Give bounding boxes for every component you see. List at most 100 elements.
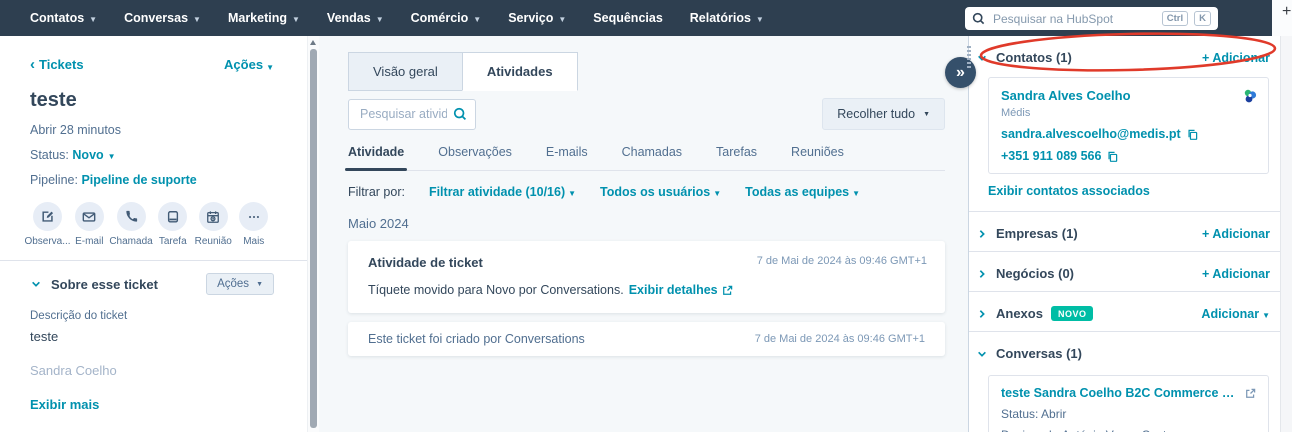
- subtab-reunioes[interactable]: Reuniões: [791, 145, 844, 159]
- call-button[interactable]: Chamada: [109, 202, 153, 247]
- panel-drag-handle-icon[interactable]: [967, 46, 971, 69]
- scroll-up-arrow-icon[interactable]: [310, 40, 316, 45]
- ticket-title: teste: [30, 89, 77, 111]
- attachments-section-title: Anexos: [996, 306, 1043, 321]
- shortcut-k-key: K: [1194, 10, 1211, 27]
- activity-search-input[interactable]: [358, 106, 449, 122]
- nav-item-relatorios[interactable]: Relatórios ▼: [690, 11, 764, 25]
- nav-item-servico[interactable]: Serviço ▼: [508, 11, 566, 25]
- contacts-section-header[interactable]: Contatos (1) + Adicionar: [969, 36, 1280, 75]
- expand-section-icon[interactable]: [976, 268, 988, 280]
- add-company-button[interactable]: + Adicionar: [1202, 227, 1270, 241]
- chevron-down-icon: ▼: [568, 189, 577, 198]
- conversation-status: Status: Abrir: [1001, 407, 1067, 421]
- shortcut-ctrl-key: Ctrl: [1161, 10, 1189, 27]
- email-button[interactable]: E-mail: [69, 202, 110, 247]
- nav-item-sequencias[interactable]: Sequências: [593, 11, 662, 25]
- show-more-link[interactable]: Exibir mais: [30, 397, 274, 412]
- show-details-link[interactable]: Exibir detalhes: [629, 283, 733, 297]
- subtab-tarefas[interactable]: Tarefas: [716, 145, 757, 159]
- tab-visao-geral[interactable]: Visão geral: [348, 52, 463, 91]
- task-button[interactable]: Tarefa: [153, 202, 194, 247]
- show-associated-contacts-link[interactable]: Exibir contatos associados: [988, 184, 1280, 198]
- double-chevron-right-icon: »: [956, 63, 965, 81]
- filter-activity-dropdown[interactable]: Filtrar atividade (10/16) ▼: [429, 185, 576, 199]
- chevron-down-icon: ▼: [256, 280, 263, 288]
- expand-section-icon[interactable]: [976, 308, 988, 320]
- chevron-down-icon: ▼: [558, 14, 567, 24]
- ticket-age: Abrir 28 minutos: [30, 123, 122, 137]
- companies-section-header[interactable]: Empresas (1) + Adicionar: [969, 212, 1280, 251]
- ticket-sidebar: ‹ Tickets Ações ▼ teste Abrir 28 minutos …: [0, 36, 319, 432]
- status-dropdown[interactable]: Novo: [72, 148, 103, 162]
- chevron-down-icon: ▼: [107, 152, 116, 161]
- task-icon: [167, 210, 178, 223]
- deals-section-header[interactable]: Negócios (0) + Adicionar: [969, 252, 1280, 291]
- activity-timestamp: 7 de Mai de 2024 às 09:46 GMT+1: [754, 333, 925, 345]
- activity-card[interactable]: Este ticket foi criado por Conversations…: [348, 322, 945, 356]
- quick-actions: Observa... E-mail Chamada Tarefa Reunião…: [24, 202, 275, 247]
- conversation-card[interactable]: teste Sandra Coelho B2C Commerce & Loyal…: [988, 375, 1269, 432]
- nav-item-marketing[interactable]: Marketing ▼: [228, 11, 300, 25]
- ticket-status-row: Status: Novo ▼: [30, 148, 116, 162]
- meeting-button[interactable]: Reunião: [193, 202, 234, 247]
- nav-item-conversas[interactable]: Conversas ▼: [124, 11, 201, 25]
- activity-search[interactable]: [348, 98, 476, 130]
- tab-atividades[interactable]: Atividades: [461, 52, 578, 91]
- nav-item-contatos[interactable]: Contatos ▼: [30, 11, 97, 25]
- activity-card-body: Este ticket foi criado por Conversations: [368, 332, 585, 346]
- note-icon: [41, 210, 53, 222]
- contact-phone-link[interactable]: +351 911 089 566: [1001, 149, 1256, 163]
- collapse-section-icon[interactable]: [976, 52, 988, 64]
- subtab-chamadas[interactable]: Chamadas: [622, 145, 682, 159]
- description-value[interactable]: teste: [30, 329, 274, 344]
- page-scroll-gutter[interactable]: [1280, 36, 1292, 432]
- main-tabs: Visão geral Atividades: [348, 52, 945, 91]
- back-to-tickets-link[interactable]: ‹ Tickets: [30, 57, 84, 72]
- filter-teams-dropdown[interactable]: Todas as equipes ▼: [745, 185, 860, 199]
- muted-contact-name: Sandra Coelho: [30, 363, 117, 378]
- conversations-section-header[interactable]: Conversas (1): [969, 332, 1280, 371]
- subtab-observacoes[interactable]: Observações: [438, 145, 512, 159]
- expand-section-icon[interactable]: [976, 228, 988, 240]
- filter-users-dropdown[interactable]: Todos os usuários ▼: [600, 185, 721, 199]
- subtab-atividade[interactable]: Atividade: [344, 145, 408, 171]
- activity-card[interactable]: Atividade de ticket 7 de Mai de 2024 às …: [348, 241, 945, 313]
- more-icon: [248, 215, 259, 218]
- collapse-all-button[interactable]: Recolher tudo ▼: [822, 98, 945, 130]
- copy-icon[interactable]: [1107, 151, 1118, 162]
- filter-label: Filtrar por:: [348, 185, 405, 199]
- sidebar-scrollbar[interactable]: [307, 36, 319, 432]
- collapse-section-icon[interactable]: [30, 278, 42, 290]
- contact-email-link[interactable]: sandra.alvescoelho@medis.pt: [1001, 127, 1256, 141]
- nav-item-vendas[interactable]: Vendas ▼: [327, 11, 384, 25]
- add-contact-button[interactable]: + Adicionar: [1202, 51, 1270, 65]
- pipeline-link[interactable]: Pipeline de suporte: [81, 173, 196, 187]
- add-deal-button[interactable]: + Adicionar: [1202, 267, 1270, 281]
- attachments-section-header[interactable]: Anexos NOVO Adicionar ▼: [969, 292, 1280, 331]
- chevron-down-icon: ▼: [266, 63, 274, 72]
- plus-icon[interactable]: +: [1282, 3, 1291, 21]
- global-search-input[interactable]: [991, 10, 1156, 27]
- add-attachment-dropdown[interactable]: Adicionar ▼: [1201, 307, 1270, 321]
- chevron-left-icon: ‹: [30, 56, 35, 73]
- description-label: Descrição do ticket: [30, 310, 128, 322]
- copy-icon[interactable]: [1187, 129, 1198, 140]
- collapse-panel-button[interactable]: »: [945, 57, 976, 88]
- collapse-section-icon[interactable]: [976, 348, 988, 360]
- ticket-actions-dropdown[interactable]: Ações ▼: [224, 57, 274, 72]
- note-button[interactable]: Observa...: [24, 202, 71, 247]
- subtab-emails[interactable]: E-mails: [546, 145, 588, 159]
- email-icon: [82, 211, 96, 222]
- global-search[interactable]: Ctrl K: [965, 7, 1218, 30]
- more-button[interactable]: Mais: [234, 202, 275, 247]
- scrollbar-thumb[interactable]: [310, 49, 317, 428]
- contact-name-link[interactable]: Sandra Alves Coelho: [1001, 88, 1256, 103]
- conversation-link[interactable]: teste Sandra Coelho B2C Commerce & Loyal…: [1001, 386, 1256, 400]
- about-actions-button[interactable]: Ações ▼: [206, 273, 274, 295]
- call-icon: [126, 210, 138, 222]
- browser-corner: +: [1272, 0, 1292, 36]
- chevron-down-icon: ▼: [755, 14, 764, 24]
- nav-item-comercio[interactable]: Comércio ▼: [411, 11, 482, 25]
- contact-card[interactable]: Sandra Alves Coelho Médis sandra.alvesco…: [988, 77, 1269, 174]
